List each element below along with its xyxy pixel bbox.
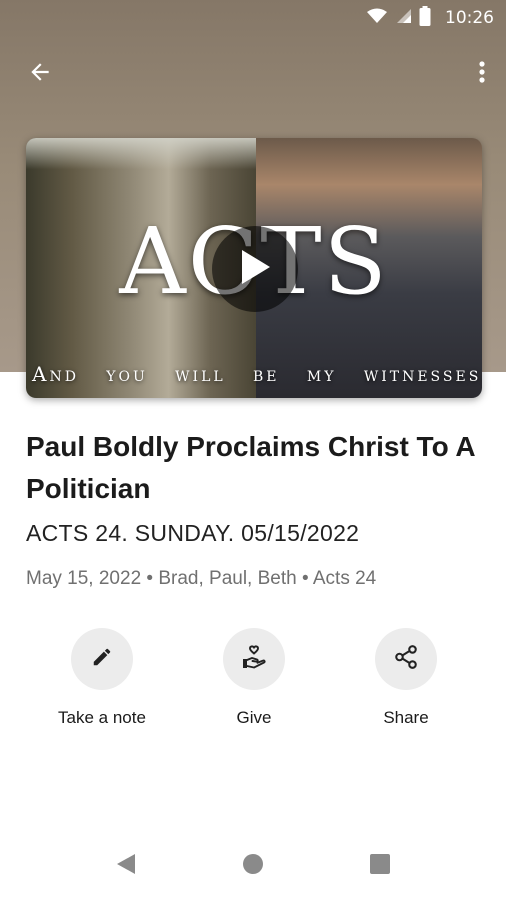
- video-subtitle-text: And you will be my witnesses...: [32, 362, 482, 386]
- share-button[interactable]: Share: [336, 628, 476, 728]
- play-button[interactable]: [212, 226, 298, 312]
- status-bar: 10:26: [0, 0, 506, 36]
- pencil-icon: [91, 646, 113, 673]
- signal-icon: [395, 8, 411, 29]
- action-row: Take a note Give Share: [0, 628, 506, 738]
- nav-home-button[interactable]: [239, 852, 267, 880]
- nav-home-icon: [242, 853, 264, 880]
- more-vertical-icon: [479, 60, 485, 89]
- nav-recents-button[interactable]: [366, 852, 394, 880]
- battery-icon: [419, 5, 431, 31]
- nav-back-icon: [115, 853, 137, 880]
- heart-hand-icon: [240, 643, 268, 676]
- share-circle: [375, 628, 437, 690]
- nav-recents-icon: [369, 853, 391, 880]
- arrow-back-icon: [27, 59, 53, 90]
- sermon-subtitle: ACTS 24. SUNDAY. 05/15/2022: [26, 520, 360, 546]
- video-thumbnail[interactable]: ACTS And you will be my witnesses...: [26, 138, 482, 398]
- back-button[interactable]: [20, 58, 60, 90]
- share-label: Share: [383, 708, 429, 727]
- take-note-circle: [71, 628, 133, 690]
- sermon-title: Paul Boldly Proclaims Christ To A Politi…: [26, 431, 475, 504]
- give-circle: [223, 628, 285, 690]
- give-label: Give: [236, 708, 272, 727]
- sermon-meta: May 15, 2022 • Brad, Paul, Beth • Acts 2…: [26, 568, 377, 589]
- share-icon: [393, 644, 419, 675]
- nav-back-button[interactable]: [112, 852, 140, 880]
- play-icon: [238, 248, 272, 291]
- give-button[interactable]: Give: [184, 628, 324, 728]
- app-bar: [0, 50, 506, 98]
- take-note-label: Take a note: [58, 708, 146, 727]
- status-time: 10:26: [445, 8, 494, 28]
- system-nav-bar: [0, 840, 506, 892]
- more-options-button[interactable]: [470, 58, 494, 90]
- wifi-icon: [367, 8, 387, 29]
- take-note-button[interactable]: Take a note: [32, 628, 172, 728]
